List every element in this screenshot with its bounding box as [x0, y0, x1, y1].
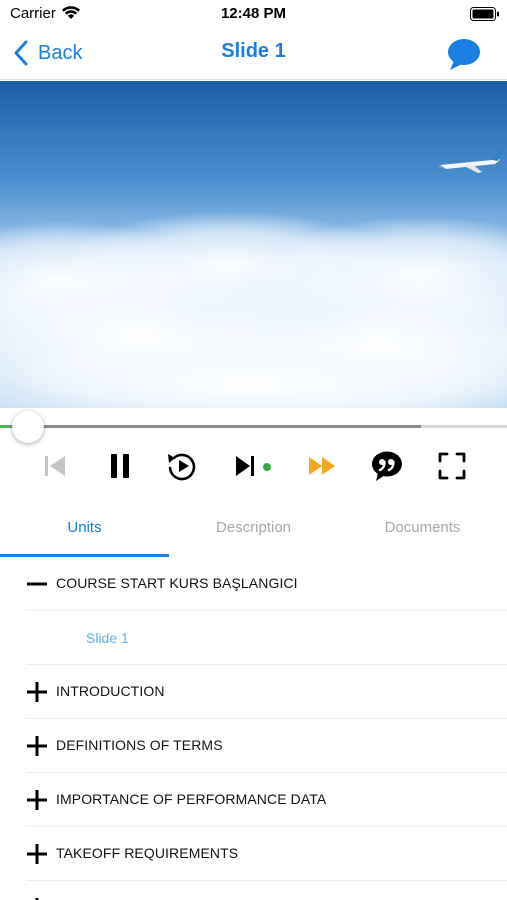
unit-row-definitions-of-terms[interactable]: DEFINITIONS OF TERMS [26, 719, 507, 773]
fast-forward-icon [309, 457, 335, 475]
unit-title: TAKEOFF REQUIREMENTS [56, 845, 239, 861]
pause-icon [111, 454, 129, 478]
skip-next-button[interactable] [228, 448, 280, 484]
expand-plus-icon[interactable] [26, 681, 48, 703]
expand-plus-icon[interactable] [26, 843, 48, 865]
skip-previous-button[interactable] [37, 448, 73, 484]
unit-row-importance-of-performance-data[interactable]: IMPORTANCE OF PERFORMANCE DATA [26, 773, 507, 827]
tab-bar: Units Description Documents [0, 506, 507, 557]
back-button[interactable]: Back [12, 38, 82, 68]
unit-title: DEFINITIONS OF TERMS [56, 737, 223, 753]
unit-title: IMPORTANCE OF PERFORMANCE DATA [56, 791, 327, 807]
progress-thumb[interactable] [12, 411, 44, 443]
collapse-minus-icon[interactable] [26, 573, 48, 595]
expand-plus-icon[interactable] [26, 735, 48, 757]
progress-fill [0, 425, 11, 428]
unit-title: INTRODUCTION [56, 683, 165, 699]
pause-button[interactable] [102, 448, 138, 484]
player-controls [0, 444, 507, 488]
unit-title: COURSE START KURS BAŞLANGICI [56, 575, 298, 591]
replay-button[interactable] [164, 448, 200, 484]
fullscreen-icon [438, 452, 466, 480]
video-player[interactable] [0, 81, 507, 408]
subtitles-icon [372, 451, 402, 481]
status-bar: Carrier 12:48 PM [0, 0, 507, 28]
lesson-row-slide-1[interactable]: Slide 1 [26, 611, 507, 665]
units-list: COURSE START KURS BAŞLANGICI Slide 1 INT… [0, 557, 507, 900]
progress-buffer [0, 425, 421, 428]
lesson-title: Slide 1 [86, 630, 129, 646]
chevron-left-icon [14, 40, 28, 66]
battery-icon [470, 7, 499, 21]
unit-row-introduction[interactable]: INTRODUCTION [26, 665, 507, 719]
fullscreen-button[interactable] [434, 448, 470, 484]
skip-previous-icon [45, 456, 65, 476]
tab-description[interactable]: Description [169, 506, 338, 557]
status-time: 12:48 PM [220, 5, 287, 22]
expand-plus-icon[interactable] [26, 789, 48, 811]
tab-units[interactable]: Units [0, 506, 169, 557]
replay-icon [168, 453, 196, 481]
tab-documents[interactable]: Documents [338, 506, 507, 557]
unit-row-course-start[interactable]: COURSE START KURS BAŞLANGICI [26, 557, 507, 611]
video-frame-sky-image [0, 81, 507, 408]
subtitles-button[interactable] [369, 448, 405, 484]
unit-row-partial[interactable] [26, 881, 507, 900]
navigation-bar: Back Slide 1 [0, 28, 507, 80]
chat-bubble-icon[interactable] [446, 37, 482, 71]
unit-row-takeoff-requirements[interactable]: TAKEOFF REQUIREMENTS [26, 827, 507, 881]
skip-next-icon [236, 456, 271, 476]
back-label: Back [38, 41, 83, 64]
fast-forward-button[interactable] [305, 448, 341, 484]
playback-progress[interactable] [0, 411, 507, 443]
